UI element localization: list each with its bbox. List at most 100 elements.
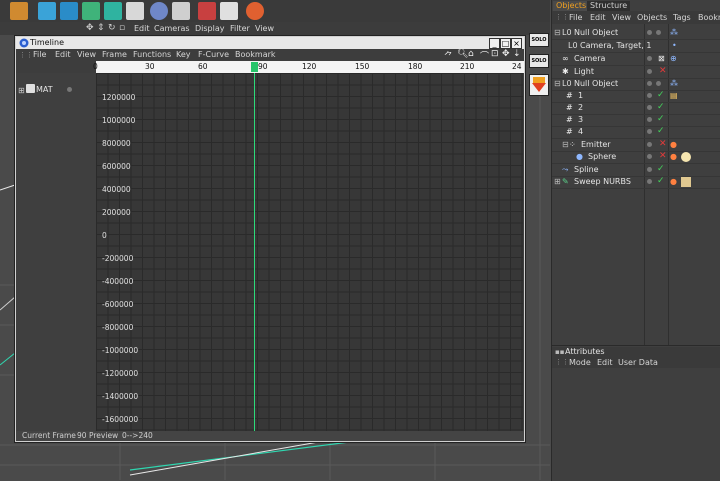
- attributes-menu-mode[interactable]: Mode: [569, 358, 591, 367]
- scroll-down-icon[interactable]: ⇣: [513, 49, 521, 59]
- object-name[interactable]: Sphere: [588, 152, 616, 161]
- timeline-menu-key[interactable]: Key: [176, 50, 191, 59]
- object-name[interactable]: 3: [578, 115, 583, 124]
- material-tag-icon[interactable]: [681, 152, 691, 162]
- timeline-menu-frame[interactable]: Frame: [102, 50, 127, 59]
- visibility-dot[interactable]: [647, 117, 652, 122]
- timeline-menu-fcurve[interactable]: F-Curve: [198, 50, 229, 59]
- visibility-dot[interactable]: [647, 154, 652, 159]
- particle-tag-icon[interactable]: ●: [670, 152, 677, 161]
- object-row[interactable]: ● Sphere ✕ ●: [552, 151, 720, 164]
- render-view-icon[interactable]: [10, 2, 28, 20]
- timeline-window[interactable]: Timeline _ □ × ⋮⋮ File Edit View Frame F…: [15, 36, 525, 442]
- track-status-dot[interactable]: [67, 87, 72, 92]
- visibility-dot[interactable]: [647, 81, 652, 86]
- disabled-x-icon[interactable]: ✕: [659, 66, 667, 76]
- array-icon[interactable]: [104, 2, 122, 20]
- visibility-dot[interactable]: [647, 105, 652, 110]
- objects-menu-tags[interactable]: Tags: [673, 13, 691, 22]
- fcurve-graph[interactable]: 1200000 1000000 800000 600000 400000 200…: [96, 73, 523, 431]
- viewport-menu-cameras[interactable]: Cameras: [154, 24, 190, 33]
- viewport-menu-display[interactable]: Display: [195, 24, 225, 33]
- enabled-check-icon[interactable]: ✓: [657, 164, 665, 174]
- timeline-menu-view[interactable]: View: [77, 50, 96, 59]
- collapse-icon[interactable]: ⊟: [554, 79, 561, 88]
- solo-single-button[interactable]: SOLO: [529, 54, 549, 68]
- enabled-check-icon[interactable]: ✓: [657, 114, 665, 124]
- tag-icon[interactable]: ●: [670, 177, 677, 186]
- viewport-menu-edit[interactable]: Edit: [134, 24, 150, 33]
- timeline-menu-edit[interactable]: Edit: [55, 50, 71, 59]
- zoom-icon[interactable]: 🔍︎: [457, 49, 468, 59]
- object-name[interactable]: Sweep NURBS: [574, 177, 631, 186]
- object-name[interactable]: Null Object: [574, 79, 618, 88]
- spline-pen-icon[interactable]: [60, 2, 78, 20]
- enabled-check-icon[interactable]: ✓: [657, 176, 665, 186]
- move-view-icon[interactable]: ✥: [86, 23, 94, 33]
- object-name[interactable]: Camera, Target, 1: [580, 41, 651, 50]
- enabled-check-icon[interactable]: ✓: [657, 126, 665, 136]
- target-tag-icon[interactable]: ⊕: [670, 54, 677, 63]
- camera-tag-icon[interactable]: ⊠: [658, 54, 665, 63]
- object-row[interactable]: ⊞ ✎ Sweep NURBS ✓ ●: [552, 176, 720, 189]
- timeline-titlebar[interactable]: Timeline _ □ ×: [16, 37, 524, 49]
- cube-icon[interactable]: [38, 2, 56, 20]
- timeline-menu-bookmark[interactable]: Bookmark: [235, 50, 276, 59]
- object-name[interactable]: Camera: [574, 54, 605, 63]
- object-row[interactable]: L0 Camera, Target, 1 •: [552, 40, 720, 53]
- disabled-x-icon[interactable]: ✕: [659, 151, 667, 161]
- viewport-menu-filter[interactable]: Filter: [230, 24, 250, 33]
- visibility-dot[interactable]: [647, 142, 652, 147]
- object-name[interactable]: 1: [578, 91, 583, 100]
- solo-button[interactable]: SOLO: [529, 33, 549, 47]
- texture-tag-icon[interactable]: ▤: [670, 91, 678, 100]
- maximize-view-icon[interactable]: ▫: [119, 23, 125, 33]
- close-icon[interactable]: ×: [511, 38, 522, 49]
- object-name[interactable]: 2: [578, 103, 583, 112]
- disabled-x-icon[interactable]: ✕: [659, 139, 667, 149]
- expand-icon[interactable]: ⊞: [18, 86, 25, 95]
- attributes-menu-user-data[interactable]: User Data: [618, 358, 658, 367]
- timeline-menu-functions[interactable]: Functions: [133, 50, 171, 59]
- table-icon[interactable]: [220, 2, 238, 20]
- object-name[interactable]: Null Object: [574, 28, 618, 37]
- display-tag-icon[interactable]: ⁂: [670, 79, 678, 88]
- tab-structure[interactable]: Structure: [587, 1, 631, 11]
- pan-icon[interactable]: ✥: [502, 49, 510, 59]
- solo-hierarchy-button[interactable]: [529, 74, 549, 96]
- rotate-view-icon[interactable]: ↻: [108, 23, 116, 33]
- enabled-check-icon[interactable]: ✓: [657, 90, 665, 100]
- objects-menu-objects[interactable]: Objects: [637, 13, 667, 22]
- frame-ruler[interactable]: 0 30 60 90 120 150 180 210 24: [93, 61, 524, 73]
- expand-icon[interactable]: ⊞: [554, 177, 561, 186]
- attributes-menu-edit[interactable]: Edit: [597, 358, 613, 367]
- tab-objects[interactable]: Objects: [553, 1, 590, 11]
- object-name[interactable]: 4: [578, 127, 583, 136]
- render-dot[interactable]: [656, 81, 661, 86]
- enabled-check-icon[interactable]: ✓: [657, 102, 665, 112]
- objects-menu-bookmarks[interactable]: Bookm: [698, 13, 720, 22]
- emitter-tag-icon[interactable]: ●: [670, 140, 677, 149]
- display-tag-icon[interactable]: ⁂: [670, 28, 678, 37]
- visibility-dot[interactable]: [647, 56, 652, 61]
- material-tag-icon[interactable]: [681, 177, 691, 187]
- object-name[interactable]: Spline: [574, 165, 599, 174]
- object-row[interactable]: # 4 ✓: [552, 126, 720, 139]
- help-icon[interactable]: [198, 2, 216, 20]
- zoom-view-icon[interactable]: ⇕: [97, 23, 105, 33]
- playhead-handle[interactable]: [251, 62, 258, 72]
- object-row[interactable]: ∞ Camera ⊠ ⊕: [552, 53, 720, 66]
- objects-menu-file[interactable]: File: [569, 13, 582, 22]
- nurbs-icon[interactable]: [82, 2, 100, 20]
- track-label[interactable]: MAT: [36, 85, 53, 94]
- home-icon[interactable]: ⌂: [468, 49, 474, 59]
- object-name[interactable]: Light: [574, 67, 594, 76]
- particle-icon[interactable]: [172, 2, 190, 20]
- visibility-dot[interactable]: [647, 69, 652, 74]
- object-name[interactable]: Emitter: [581, 140, 611, 149]
- viewport-menu-view[interactable]: View: [255, 24, 274, 33]
- collapse-icon[interactable]: ⊟: [562, 140, 569, 149]
- deformer-icon[interactable]: [126, 2, 144, 20]
- maximize-icon[interactable]: □: [500, 38, 511, 49]
- render-dot[interactable]: [656, 30, 661, 35]
